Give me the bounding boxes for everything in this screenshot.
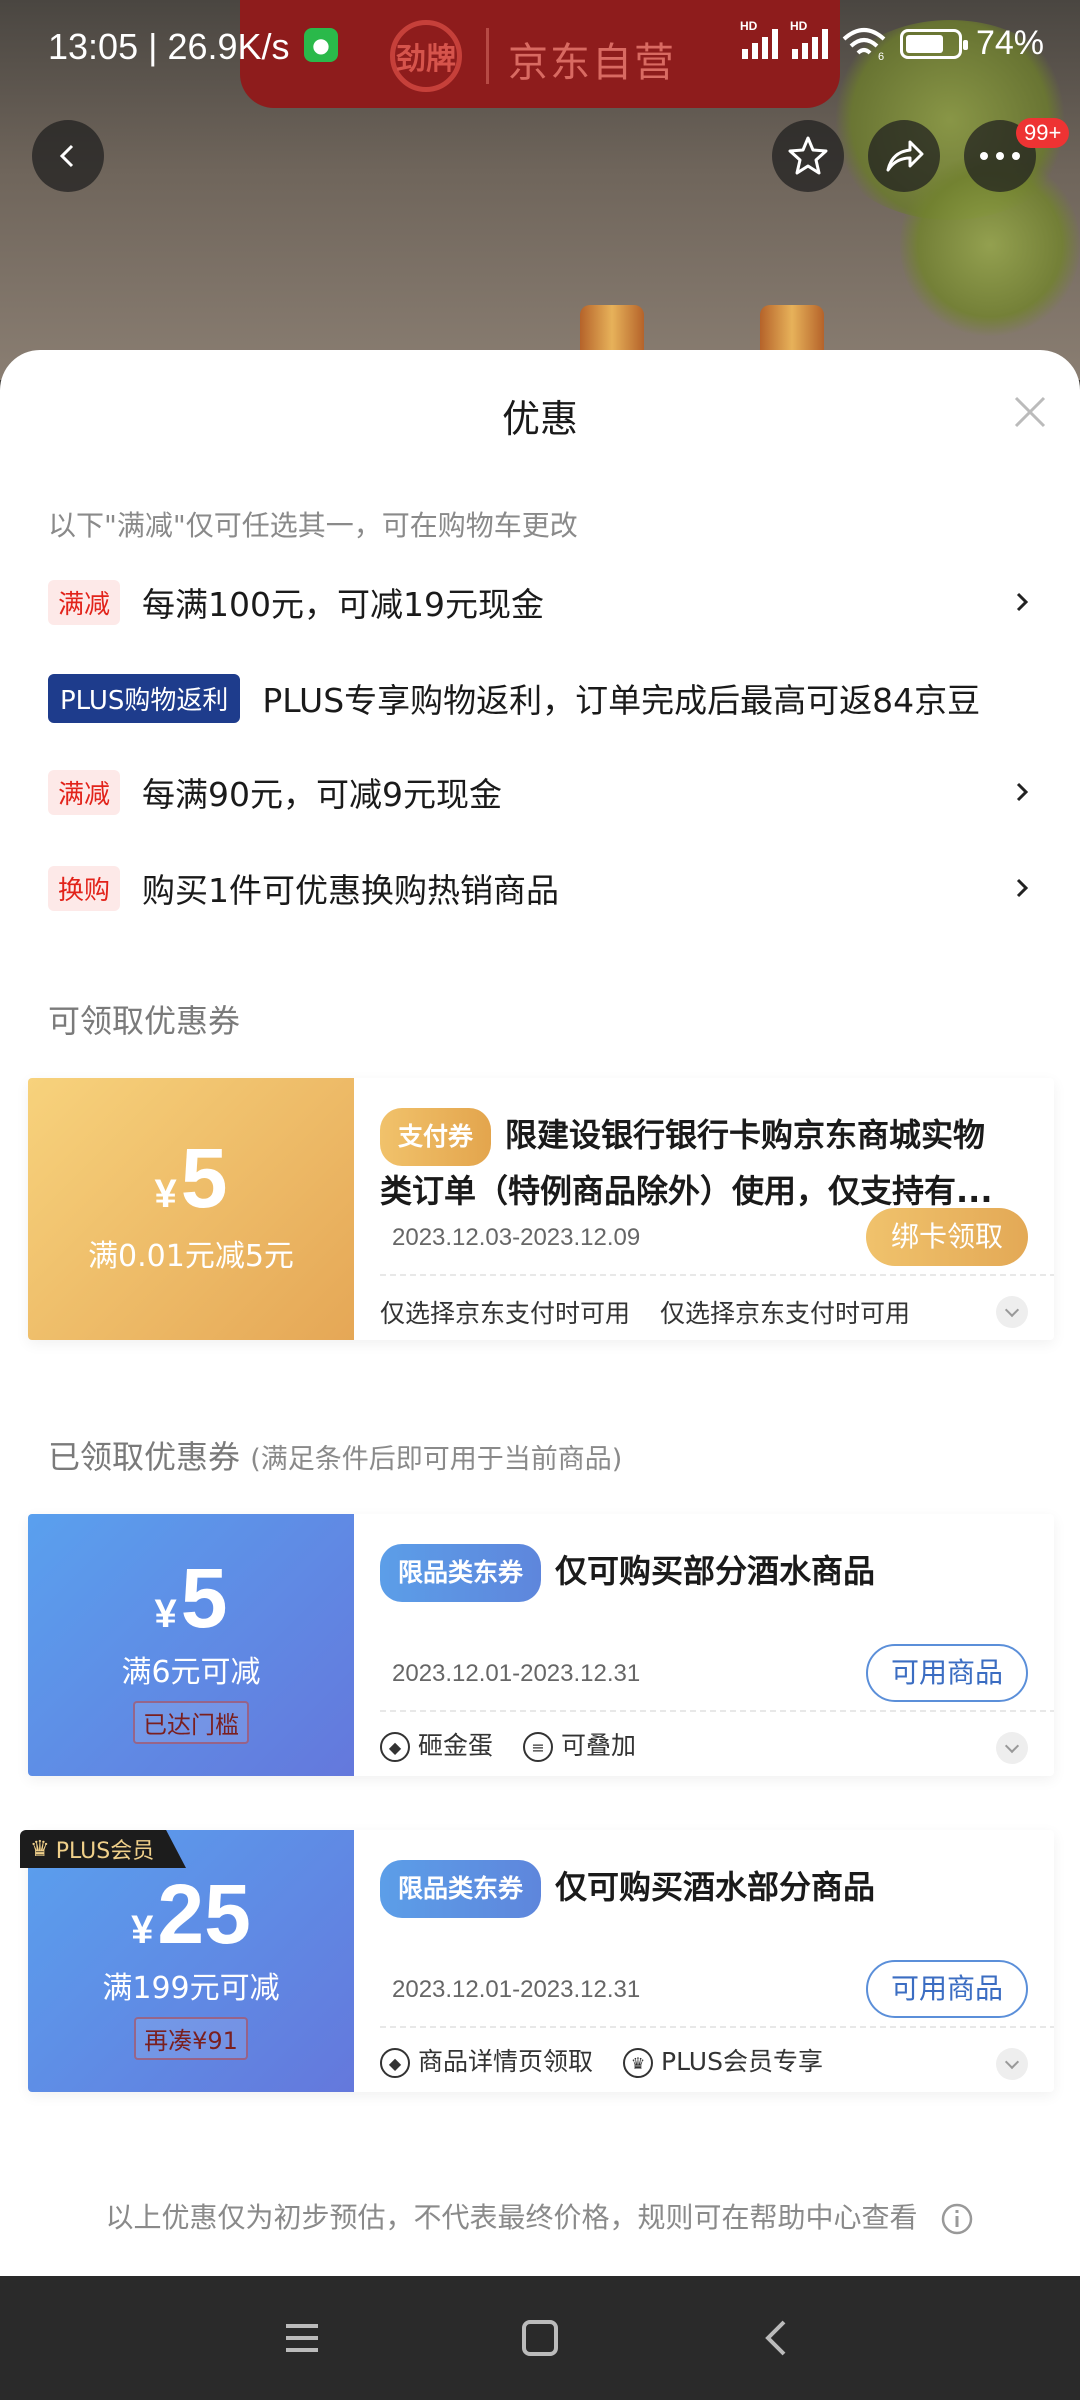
coupon-amount: 5 <box>180 1131 228 1225</box>
system-nav-bar <box>0 2276 1080 2400</box>
close-icon[interactable] <box>1010 392 1050 432</box>
crown-icon: ♛ <box>30 1836 50 1862</box>
coupon-date: 2023.12.01-2023.12.31 <box>392 1976 641 2003</box>
applicable-products-button[interactable]: 可用商品 <box>866 1960 1028 2018</box>
coupon-amount: 5 <box>180 1551 228 1645</box>
applicable-products-button[interactable]: 可用商品 <box>866 1644 1028 1702</box>
coupon-feature: PLUS会员专享 <box>661 2047 823 2076</box>
coupon-date: 2023.12.03-2023.12.09 <box>392 1224 641 1251</box>
coupon-condition: 满0.01元减5元 <box>88 1239 294 1274</box>
signal-icon-2: HD <box>790 19 828 59</box>
notification-badge: 99+ <box>1016 118 1070 148</box>
coupon-status: 已达门槛 <box>133 1701 249 1744</box>
coupon-type-tag: 限品类东券 <box>380 1544 542 1602</box>
currency-symbol: ¥ <box>154 1172 177 1216</box>
promotion-item: PLUS购物返利 PLUS专享购物返利，订单完成后最高可返84京豆 <box>48 668 1032 728</box>
coupon-title: 限建设银行银行卡购京东商城实物 <box>505 1116 986 1154</box>
wechat-icon: ● <box>304 28 338 62</box>
chevron-right-icon <box>1016 782 1029 802</box>
favorite-button[interactable] <box>772 120 844 192</box>
coupon-type-tag: 限品类东券 <box>380 1860 542 1918</box>
coupon-feature: 砸金蛋 <box>418 1731 494 1760</box>
currency-symbol: ¥ <box>154 1592 177 1636</box>
promotion-item[interactable]: 换购 购买1件可优惠换购热销商品 <box>48 858 1032 918</box>
coupon-note: 仅选择京东支付时可用 <box>380 1299 631 1328</box>
stack-icon: ≡ <box>523 1732 554 1762</box>
battery-percent: 74% <box>975 24 1044 62</box>
currency-symbol: ¥ <box>131 1908 154 1952</box>
coupon-card: ¥5 满0.01元减5元 支付券 限建设银行银行卡购京东商城实物 类订单（特例商品… <box>28 1078 1054 1340</box>
promotion-sheet: 优惠 以下"满减"仅可任选其一，可在购物车更改 满减 每满100元，可减19元现… <box>0 350 1080 2276</box>
coupon-condition: 满6元可减 <box>121 1655 261 1690</box>
coupon-card: ¥25 满199元可减 再凑¥91 限品类东券 仅可购买酒水部分商品 2023.1… <box>28 1830 1054 2092</box>
sheet-title: 优惠 <box>501 397 578 441</box>
disclaimer: 以上优惠仅为初步预估，不代表最终价格，规则可在帮助中心查看 <box>0 2196 1080 2236</box>
home-icon[interactable] <box>516 2314 564 2362</box>
promotion-tag: PLUS购物返利 <box>48 673 241 723</box>
menu-icon[interactable] <box>278 2314 326 2362</box>
promotion-tip: 以下"满减"仅可任选其一，可在购物车更改 <box>48 509 578 542</box>
coupon-amount: 25 <box>157 1867 251 1961</box>
coupon-type-tag: 支付券 <box>380 1108 492 1166</box>
info-icon[interactable] <box>940 2202 974 2236</box>
share-icon <box>886 140 924 172</box>
coupon-card: ¥5 满6元可减 已达门槛 限品类东券 仅可购买部分酒水商品 2023.12.01… <box>28 1514 1054 1776</box>
promotion-text: PLUS专享购物返利，订单完成后最高可返84京豆 <box>262 681 981 720</box>
available-coupons-title: 可领取优惠券 <box>48 1002 241 1040</box>
ticket-icon: ◆ <box>380 2048 410 2078</box>
promotion-tag: 换购 <box>48 865 121 911</box>
expand-icon[interactable] <box>996 1732 1028 1764</box>
chevron-right-icon <box>1016 592 1029 612</box>
coupon-value-panel: ¥5 满6元可减 已达门槛 <box>28 1514 354 1776</box>
expand-icon[interactable] <box>996 2048 1028 2080</box>
promotion-text: 每满90元，可减9元现金 <box>142 775 503 814</box>
promotion-text: 每满100元，可减19元现金 <box>142 585 544 624</box>
bind-card-claim-button[interactable]: 绑卡领取 <box>866 1208 1028 1266</box>
crown-icon: ♛ <box>623 2048 654 2078</box>
promotion-item[interactable]: 满减 每满100元，可减19元现金 <box>48 572 1032 632</box>
star-icon <box>788 136 828 175</box>
chevron-right-icon <box>1016 878 1029 898</box>
coupon-title: 仅可购买酒水部分商品 <box>555 1868 876 1906</box>
share-button[interactable] <box>868 120 940 192</box>
wifi-icon: 6 <box>842 27 886 61</box>
expand-icon[interactable] <box>996 1296 1028 1328</box>
back-arrow-icon <box>59 144 74 168</box>
system-back-icon[interactable] <box>754 2314 802 2362</box>
coupon-title: 仅可购买部分酒水商品 <box>555 1552 876 1590</box>
promotion-text: 购买1件可优惠换购热销商品 <box>142 871 560 910</box>
status-bar: 13:05 | 26.9K/s ● HD HD 6 74% <box>0 0 1080 96</box>
promotion-tag: 满减 <box>48 579 121 625</box>
received-coupons-subtitle: (满足条件后即可用于当前商品) <box>250 1444 623 1475</box>
coupon-date: 2023.12.01-2023.12.31 <box>392 1660 641 1687</box>
signal-icon: HD <box>740 19 778 59</box>
battery-icon <box>899 28 968 59</box>
coupon-feature: 商品详情页领取 <box>418 2047 594 2076</box>
coupon-feature: 可叠加 <box>561 1731 637 1760</box>
more-dots-icon <box>980 152 1020 160</box>
egg-icon: ◆ <box>380 1732 410 1762</box>
promotion-item[interactable]: 满减 每满90元，可减9元现金 <box>48 762 1032 822</box>
coupon-note: 仅选择京东支付时可用 <box>660 1299 911 1328</box>
back-button[interactable] <box>32 120 104 192</box>
coupon-condition: 满199元可减 <box>102 1971 280 2006</box>
coupon-status: 再凑¥91 <box>134 2017 248 2060</box>
coupon-title-line2: 类订单（特例商品除外）使用，仅支持有... <box>380 1172 993 1210</box>
svg-text:6: 6 <box>878 51 884 61</box>
coupon-value-panel: ¥25 满199元可减 再凑¥91 <box>28 1830 354 2092</box>
coupon-value-panel: ¥5 满0.01元减5元 <box>28 1078 354 1340</box>
received-coupons-title: 已领取优惠券 (满足条件后即可用于当前商品) <box>48 1438 623 1476</box>
status-time: 13:05 | 26.9K/s <box>48 26 290 67</box>
promotion-tag: 满减 <box>48 769 121 815</box>
plus-member-badge: ♛ PLUS会员 <box>20 1830 186 1868</box>
